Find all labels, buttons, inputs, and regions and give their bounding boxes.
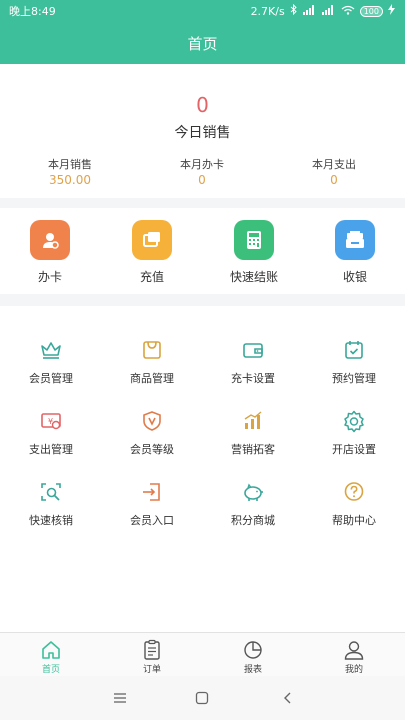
action-label: 快速结账 [229, 270, 278, 284]
menu-label: 会员等级 [130, 443, 174, 456]
menu-expense-management[interactable]: ¥ 支出管理 [1, 409, 101, 457]
action-issue-card[interactable]: 办卡 [10, 220, 90, 285]
crown-icon [39, 338, 63, 362]
card-person-icon [30, 220, 70, 260]
menu-label: 快速核销 [29, 514, 73, 527]
piggy-bank-icon [241, 480, 265, 504]
shield-v-icon [140, 409, 164, 433]
menu-icon[interactable] [110, 688, 130, 708]
action-cashier[interactable]: 收银 [315, 220, 395, 285]
calendar-icon [342, 338, 366, 362]
menu-label: 支出管理 [29, 443, 73, 456]
menu-label: 开店设置 [332, 443, 376, 456]
wallet-icon [241, 338, 265, 362]
page-title: 首页 [187, 34, 218, 53]
tab-label: 订单 [142, 665, 161, 675]
back-icon[interactable] [278, 688, 298, 708]
bottom-tab-bar: 首页 订单 报表 我的 [0, 632, 405, 676]
stat-label: 本月支出 [312, 158, 356, 171]
user-icon [343, 639, 365, 661]
stat-month-sales: 本月销售 350.00 [15, 156, 125, 187]
bluetooth-icon [290, 3, 298, 18]
login-icon [140, 480, 164, 504]
menu-label: 会员管理 [29, 372, 73, 385]
home-icon [40, 639, 62, 661]
scan-search-icon [39, 480, 63, 504]
today-sales-value: 0 [196, 93, 209, 117]
menu-card-settings[interactable]: 充卡设置 [203, 338, 303, 386]
tab-reports[interactable]: 报表 [218, 639, 288, 675]
stat-value: 0 [198, 173, 206, 187]
tab-mine[interactable]: 我的 [319, 639, 389, 675]
action-label: 办卡 [37, 270, 62, 284]
menu-member-level[interactable]: 会员等级 [102, 409, 202, 457]
menu-member-management[interactable]: 会员管理 [1, 338, 101, 386]
menu-label: 帮助中心 [332, 514, 376, 527]
cashier-icon [335, 220, 375, 260]
system-nav-bar [0, 676, 405, 720]
menu-label: 营销拓客 [231, 443, 275, 456]
status-time: 晚上8:49 [9, 5, 56, 18]
tab-home[interactable]: 首页 [16, 639, 86, 675]
calculator-icon [234, 220, 274, 260]
home-button-icon[interactable] [192, 688, 212, 708]
recharge-icon [132, 220, 172, 260]
menu-marketing[interactable]: 营销拓客 [203, 409, 303, 457]
stat-month-cards: 本月办卡 0 [147, 156, 257, 187]
tab-label: 报表 [243, 665, 262, 675]
menu-store-settings[interactable]: 开店设置 [304, 409, 404, 457]
menu-label: 会员入口 [130, 514, 174, 527]
action-recharge[interactable]: 充值 [112, 220, 192, 285]
menu-label: 积分商城 [231, 514, 275, 527]
clipboard-icon [141, 639, 163, 661]
menu-help-center[interactable]: 帮助中心 [304, 480, 404, 528]
gear-icon [342, 409, 366, 433]
menu-quick-verify[interactable]: 快速核销 [1, 480, 101, 528]
tab-label: 首页 [41, 665, 60, 675]
bar-chart-icon [241, 409, 265, 433]
action-label: 充值 [139, 270, 164, 284]
stat-label: 本月办卡 [180, 158, 224, 171]
top-header: 晚上8:49 2.7K/s 100 首页 [0, 0, 405, 64]
shopping-bag-icon [140, 338, 164, 362]
help-icon [342, 480, 366, 504]
menu-appointment-management[interactable]: 预约管理 [304, 338, 404, 386]
stat-month-expenses: 本月支出 0 [279, 156, 389, 187]
pie-chart-icon [242, 639, 264, 661]
status-indicators: 2.7K/s 100 [250, 3, 395, 18]
quick-actions: 办卡 充值 快速结账 收银 [0, 208, 405, 294]
status-bar: 晚上8:49 2.7K/s 100 [0, 0, 405, 22]
battery-icon: 100 [359, 5, 383, 17]
menu-label: 充卡设置 [231, 372, 275, 385]
stat-value: 350.00 [49, 173, 91, 187]
stat-label: 本月销售 [48, 158, 92, 171]
signal-icon [302, 4, 317, 18]
menu-member-entry[interactable]: 会员入口 [102, 480, 202, 528]
action-quick-checkout[interactable]: 快速结账 [214, 220, 294, 285]
menu-product-management[interactable]: 商品管理 [102, 338, 202, 386]
stat-value: 0 [330, 173, 338, 187]
page-title-bar: 首页 [0, 22, 405, 64]
network-speed: 2.7K/s [250, 4, 285, 18]
menu-label: 预约管理 [332, 372, 376, 385]
charging-icon [388, 4, 395, 18]
tab-label: 我的 [344, 665, 363, 675]
money-bill-icon: ¥ [39, 409, 63, 433]
signal-icon [321, 4, 336, 18]
menu-label: 商品管理 [130, 372, 174, 385]
function-menu: 会员管理 商品管理 充卡设置 预约管理 ¥ 支出管理 会员等级 营销拓客 开店设… [0, 306, 405, 632]
today-sales-label: 今日销售 [174, 125, 231, 141]
action-label: 收银 [342, 270, 367, 284]
wifi-icon [341, 5, 355, 18]
menu-points-mall[interactable]: 积分商城 [203, 480, 303, 528]
sales-summary: 0 今日销售 本月销售 350.00 本月办卡 0 本月支出 0 [0, 64, 405, 198]
tab-orders[interactable]: 订单 [117, 639, 187, 675]
